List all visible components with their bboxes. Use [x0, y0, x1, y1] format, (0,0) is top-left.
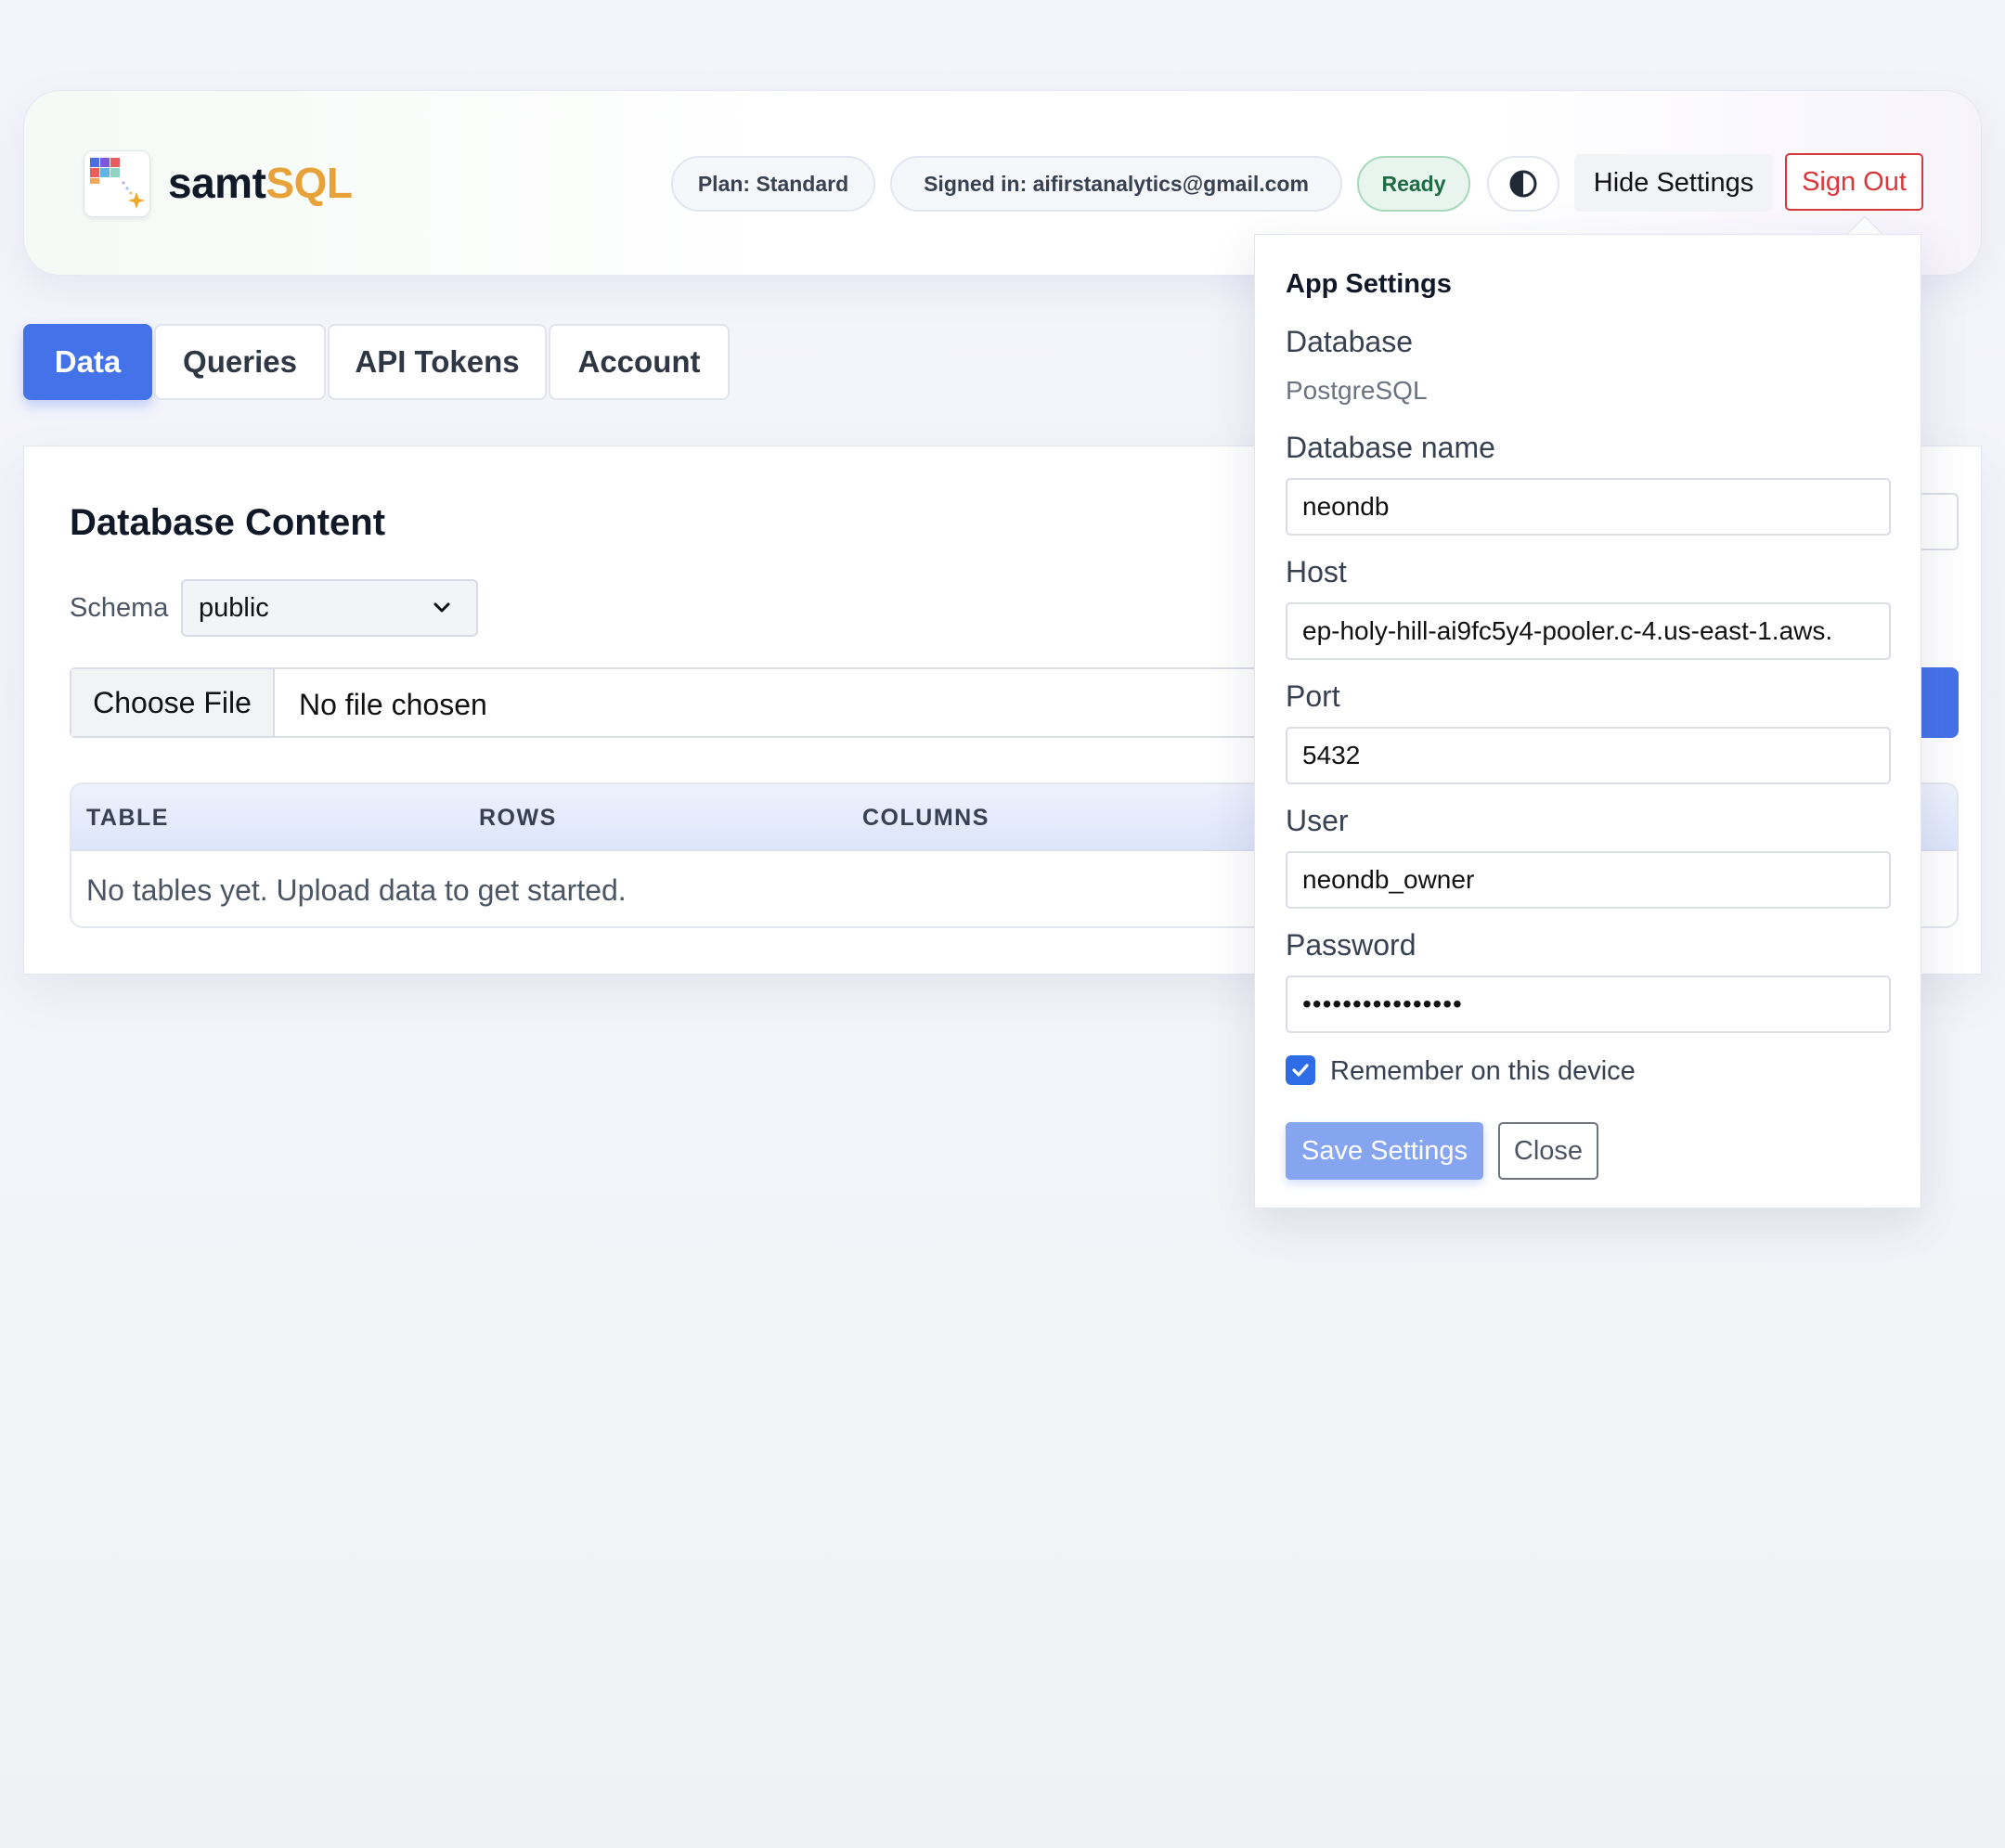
- app-logo: [84, 150, 150, 217]
- password-input[interactable]: [1286, 976, 1891, 1033]
- sign-out-button[interactable]: Sign Out: [1785, 153, 1923, 211]
- column-header-table: TABLE: [86, 805, 169, 831]
- app-settings-popover: App Settings Database PostgreSQL Databas…: [1254, 234, 1921, 1208]
- user-label: User: [1286, 804, 1349, 837]
- choose-file-button[interactable]: Choose File: [71, 669, 275, 736]
- column-header-columns: COLUMNS: [862, 805, 990, 831]
- save-settings-button[interactable]: Save Settings: [1286, 1122, 1483, 1180]
- signed-in-badge: Signed in: aifirstanalytics@gmail.com: [890, 156, 1342, 212]
- password-label: Password: [1286, 928, 1416, 962]
- database-name-label: Database name: [1286, 431, 1495, 464]
- app-brand: samtSQL: [168, 158, 353, 208]
- plan-badge: Plan: Standard: [671, 156, 875, 212]
- contrast-icon: [1509, 170, 1537, 198]
- chevron-down-icon: [433, 602, 450, 613]
- remember-label: Remember on this device: [1330, 1056, 1636, 1086]
- tab-data[interactable]: Data: [23, 324, 152, 400]
- file-status-text: No file chosen: [299, 688, 487, 721]
- checkmark-icon: [1292, 1064, 1309, 1077]
- sql-grid-sparkle-logo-icon: [90, 158, 145, 209]
- database-label: Database: [1286, 325, 1413, 358]
- host-input[interactable]: [1286, 602, 1891, 660]
- database-name-input[interactable]: [1286, 478, 1891, 536]
- port-input[interactable]: [1286, 727, 1891, 784]
- column-header-rows: ROWS: [479, 805, 557, 831]
- schema-select[interactable]: public: [181, 579, 478, 637]
- schema-select-value: public: [199, 592, 269, 623]
- brand-name-part1: samt: [168, 159, 266, 207]
- brand-name-part2: SQL: [265, 159, 353, 207]
- tab-api-tokens[interactable]: API Tokens: [328, 324, 547, 400]
- user-input[interactable]: [1286, 851, 1891, 909]
- close-settings-button[interactable]: Close: [1498, 1122, 1598, 1180]
- file-upload-field[interactable]: Choose File No file chosen: [70, 667, 1276, 738]
- tab-queries[interactable]: Queries: [154, 324, 326, 400]
- tab-account[interactable]: Account: [549, 324, 730, 400]
- host-label: Host: [1286, 555, 1347, 588]
- theme-toggle-button[interactable]: [1487, 156, 1559, 212]
- status-badge: Ready: [1357, 156, 1470, 212]
- empty-table-message: No tables yet. Upload data to get starte…: [86, 873, 627, 907]
- remember-checkbox[interactable]: [1286, 1055, 1315, 1085]
- schema-label: Schema: [70, 593, 169, 623]
- page-title: Database Content: [70, 502, 386, 543]
- database-type-value: PostgreSQL: [1286, 376, 1428, 405]
- settings-title: App Settings: [1286, 269, 1452, 299]
- port-label: Port: [1286, 679, 1340, 713]
- hide-settings-button[interactable]: Hide Settings: [1574, 154, 1773, 212]
